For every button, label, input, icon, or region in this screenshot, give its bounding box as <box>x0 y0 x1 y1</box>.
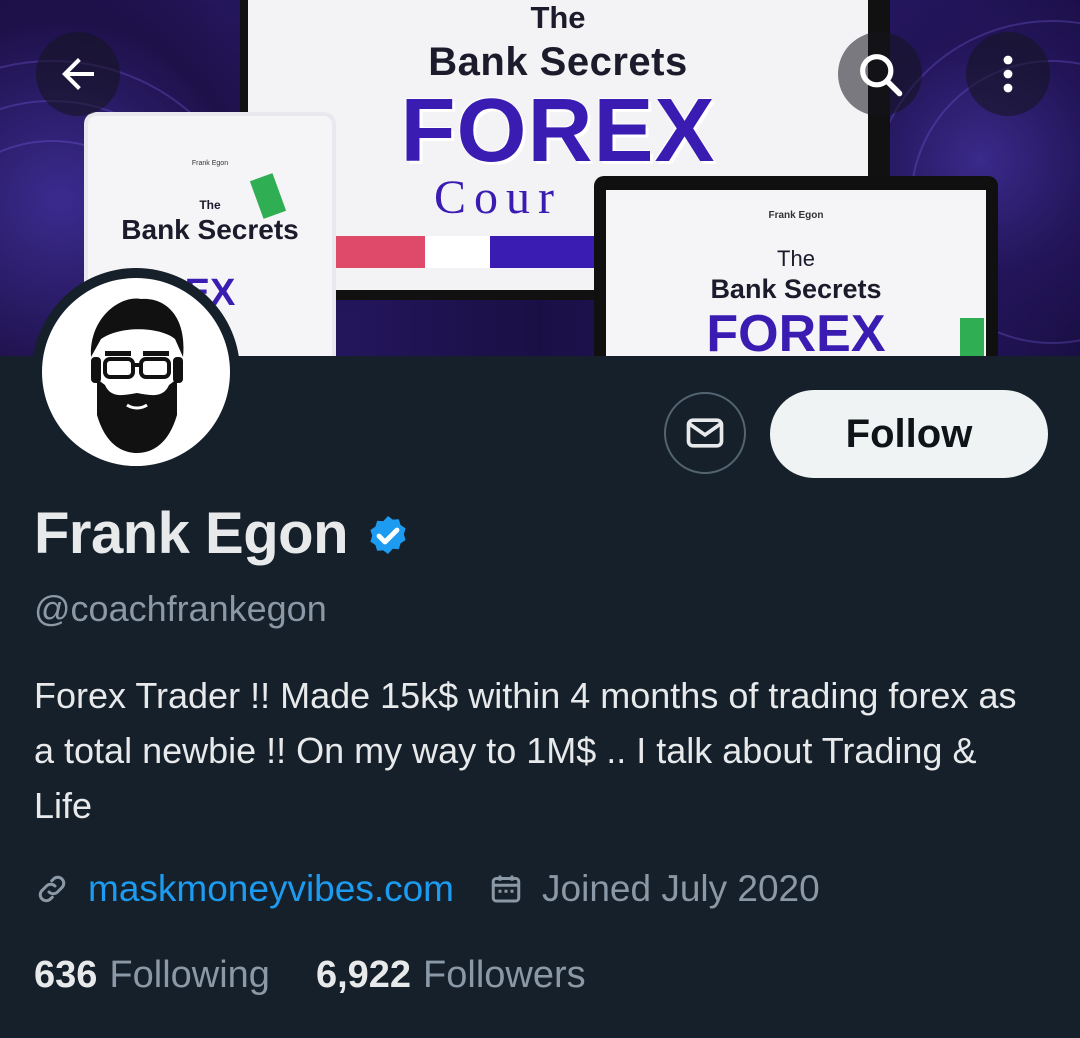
follow-stats: 636 Following 6,922 Followers <box>34 954 586 997</box>
joined-date: Joined July 2020 <box>542 868 820 909</box>
followers-stat[interactable]: 6,922 Followers <box>316 954 586 997</box>
profile-bio: Forex Trader !! Made 15k$ within 4 month… <box>34 675 1017 826</box>
banner-text: Bank Secrets <box>428 40 688 84</box>
banner-text: Frank Egon <box>768 210 824 221</box>
following-count: 636 <box>34 954 98 996</box>
banner-text: Bank Secrets <box>710 274 882 304</box>
banner-text: The <box>777 246 815 271</box>
search-icon <box>860 54 903 97</box>
followers-count: 6,922 <box>315 954 412 996</box>
followers-label: Followers <box>423 954 586 996</box>
banner-text: FOREX <box>400 81 716 181</box>
message-button[interactable] <box>664 392 746 474</box>
banner-text: Bank Secrets <box>121 214 299 245</box>
avatar-image <box>42 278 230 466</box>
follow-button[interactable]: Follow <box>770 390 1048 478</box>
avatar[interactable] <box>32 268 240 476</box>
banner-text: Frank Egon <box>191 160 229 167</box>
banner-text: The <box>199 198 221 212</box>
mail-icon <box>686 418 724 448</box>
banner-laptop-screen: Frank Egon The Bank Secrets FOREX <box>606 190 986 356</box>
user-handle: @coachfrankegon <box>34 588 327 629</box>
link-icon <box>34 871 70 907</box>
bearded-man-avatar-icon <box>90 298 184 453</box>
name-row: Frank Egon <box>34 500 412 567</box>
back-button[interactable] <box>36 32 120 116</box>
verified-badge-icon[interactable] <box>364 513 412 561</box>
following-stat[interactable]: 636 Following <box>34 954 270 997</box>
banner-decoration <box>960 318 984 356</box>
banner-text: Cour <box>434 171 562 224</box>
more-options-button[interactable] <box>966 32 1050 116</box>
profile-meta: maskmoneyvibes.com Joined July 2020 <box>34 868 820 910</box>
following-label: Following <box>109 954 270 996</box>
calendar-icon <box>488 871 524 907</box>
arrow-left-icon <box>62 58 94 90</box>
banner-text: FOREX <box>706 305 886 356</box>
banner-decoration <box>249 173 287 219</box>
search-button[interactable] <box>838 32 922 116</box>
banner-text: The <box>530 0 586 35</box>
website-link[interactable]: maskmoneyvibes.com <box>88 868 454 910</box>
more-vertical-icon <box>1003 55 1013 93</box>
display-name: Frank Egon <box>34 501 349 566</box>
